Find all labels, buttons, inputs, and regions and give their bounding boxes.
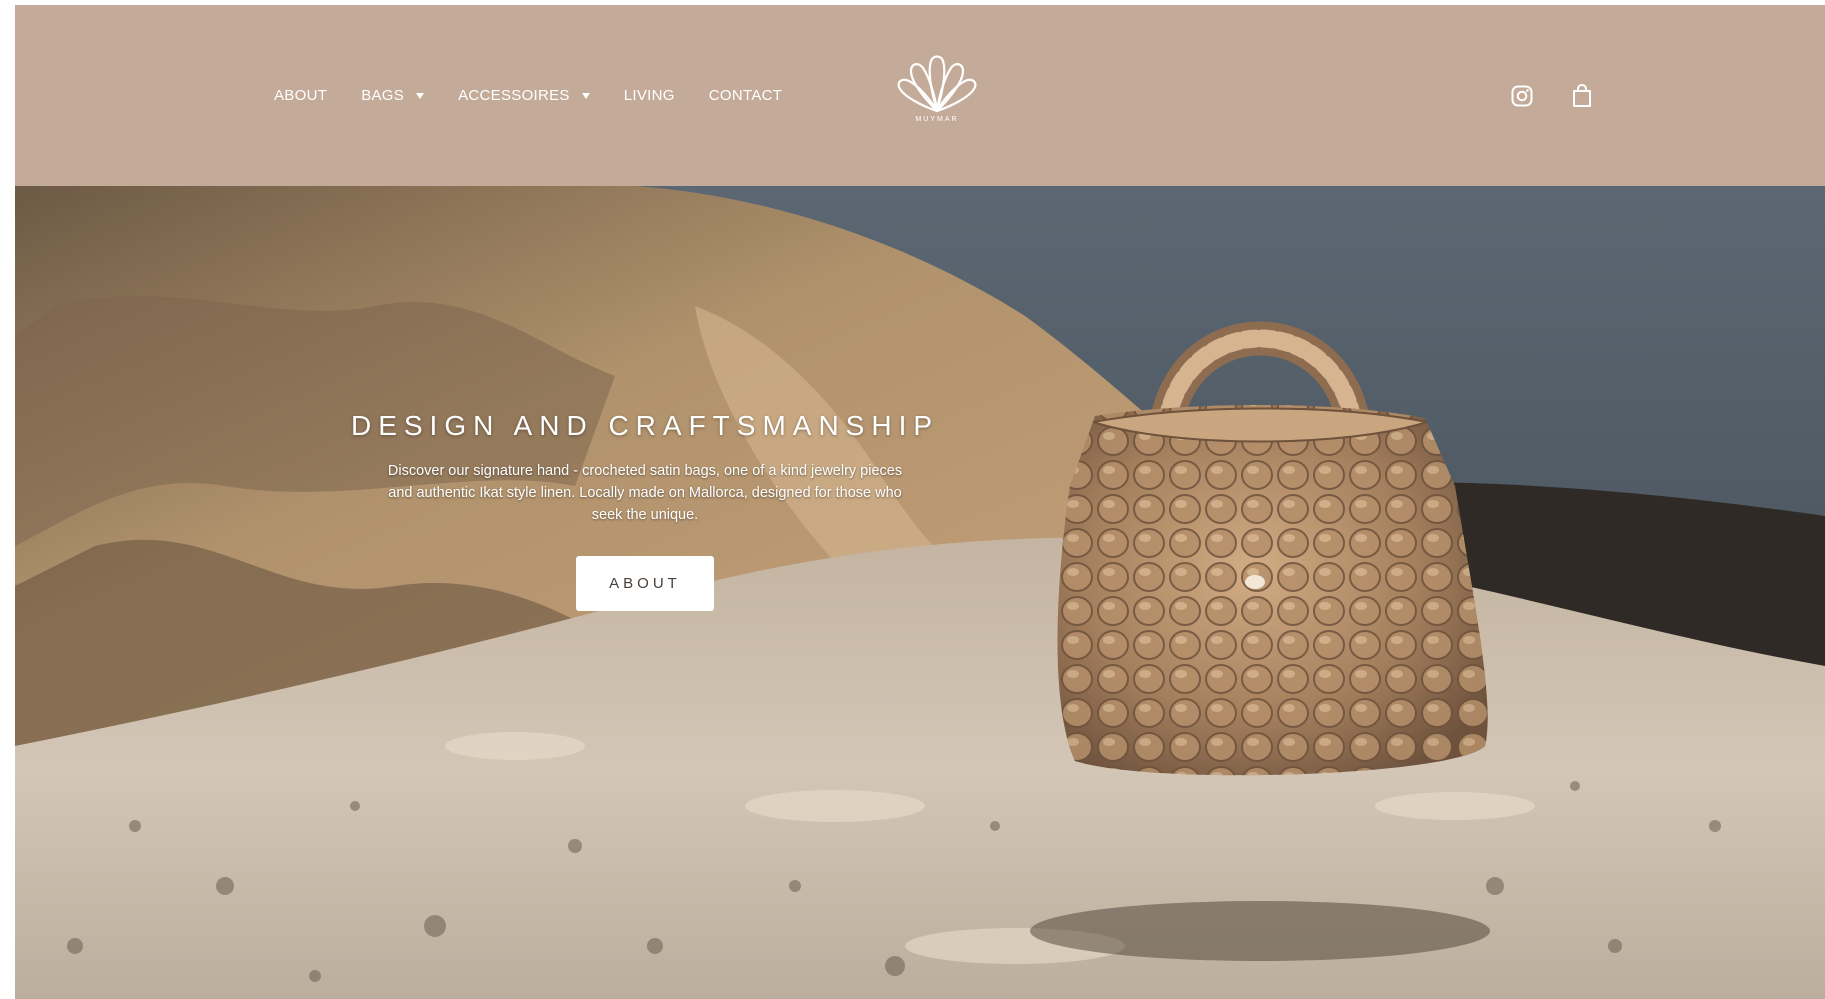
caret-down-icon [416, 92, 425, 99]
nav-item-label: ABOUT [274, 87, 328, 104]
nav-item-bags[interactable]: BAGS [361, 87, 425, 104]
hero-subtitle: Discover our signature hand - crocheted … [387, 463, 903, 523]
main-nav: ABOUT BAGS ACCESSOIRES LIVING CONTACT [274, 5, 816, 186]
hero-content: DESIGN AND CRAFTSMANSHIP Discover our si… [315, 410, 975, 611]
shopping-bag-icon[interactable] [1570, 83, 1594, 109]
brand-logo[interactable]: MUYMAR [887, 51, 987, 135]
shell-logo-icon [897, 55, 977, 113]
nav-item-about[interactable]: ABOUT [274, 87, 327, 104]
nav-item-label: ACCESSOIRES [458, 87, 570, 104]
hero-title: DESIGN AND CRAFTSMANSHIP [350, 410, 940, 441]
caret-down-icon [581, 92, 590, 99]
nav-item-label: CONTACT [708, 87, 783, 104]
site-header: ABOUT BAGS ACCESSOIRES LIVING CONTACT MU… [15, 5, 1825, 186]
header-actions [1510, 5, 1630, 186]
instagram-icon[interactable] [1510, 84, 1534, 108]
nav-item-accessoires[interactable]: ACCESSOIRES [458, 87, 590, 104]
nav-item-living[interactable]: LIVING [624, 87, 675, 104]
nav-item-label: BAGS [361, 87, 405, 104]
page: ABOUT BAGS ACCESSOIRES LIVING CONTACT MU… [0, 0, 1825, 999]
nav-item-label: LIVING [623, 87, 675, 104]
about-button[interactable]: ABOUT [576, 556, 714, 611]
hero-banner: DESIGN AND CRAFTSMANSHIP Discover our si… [15, 186, 1825, 999]
nav-item-contact[interactable]: CONTACT [709, 87, 782, 104]
logo-wordmark: MUYMAR [915, 116, 959, 123]
